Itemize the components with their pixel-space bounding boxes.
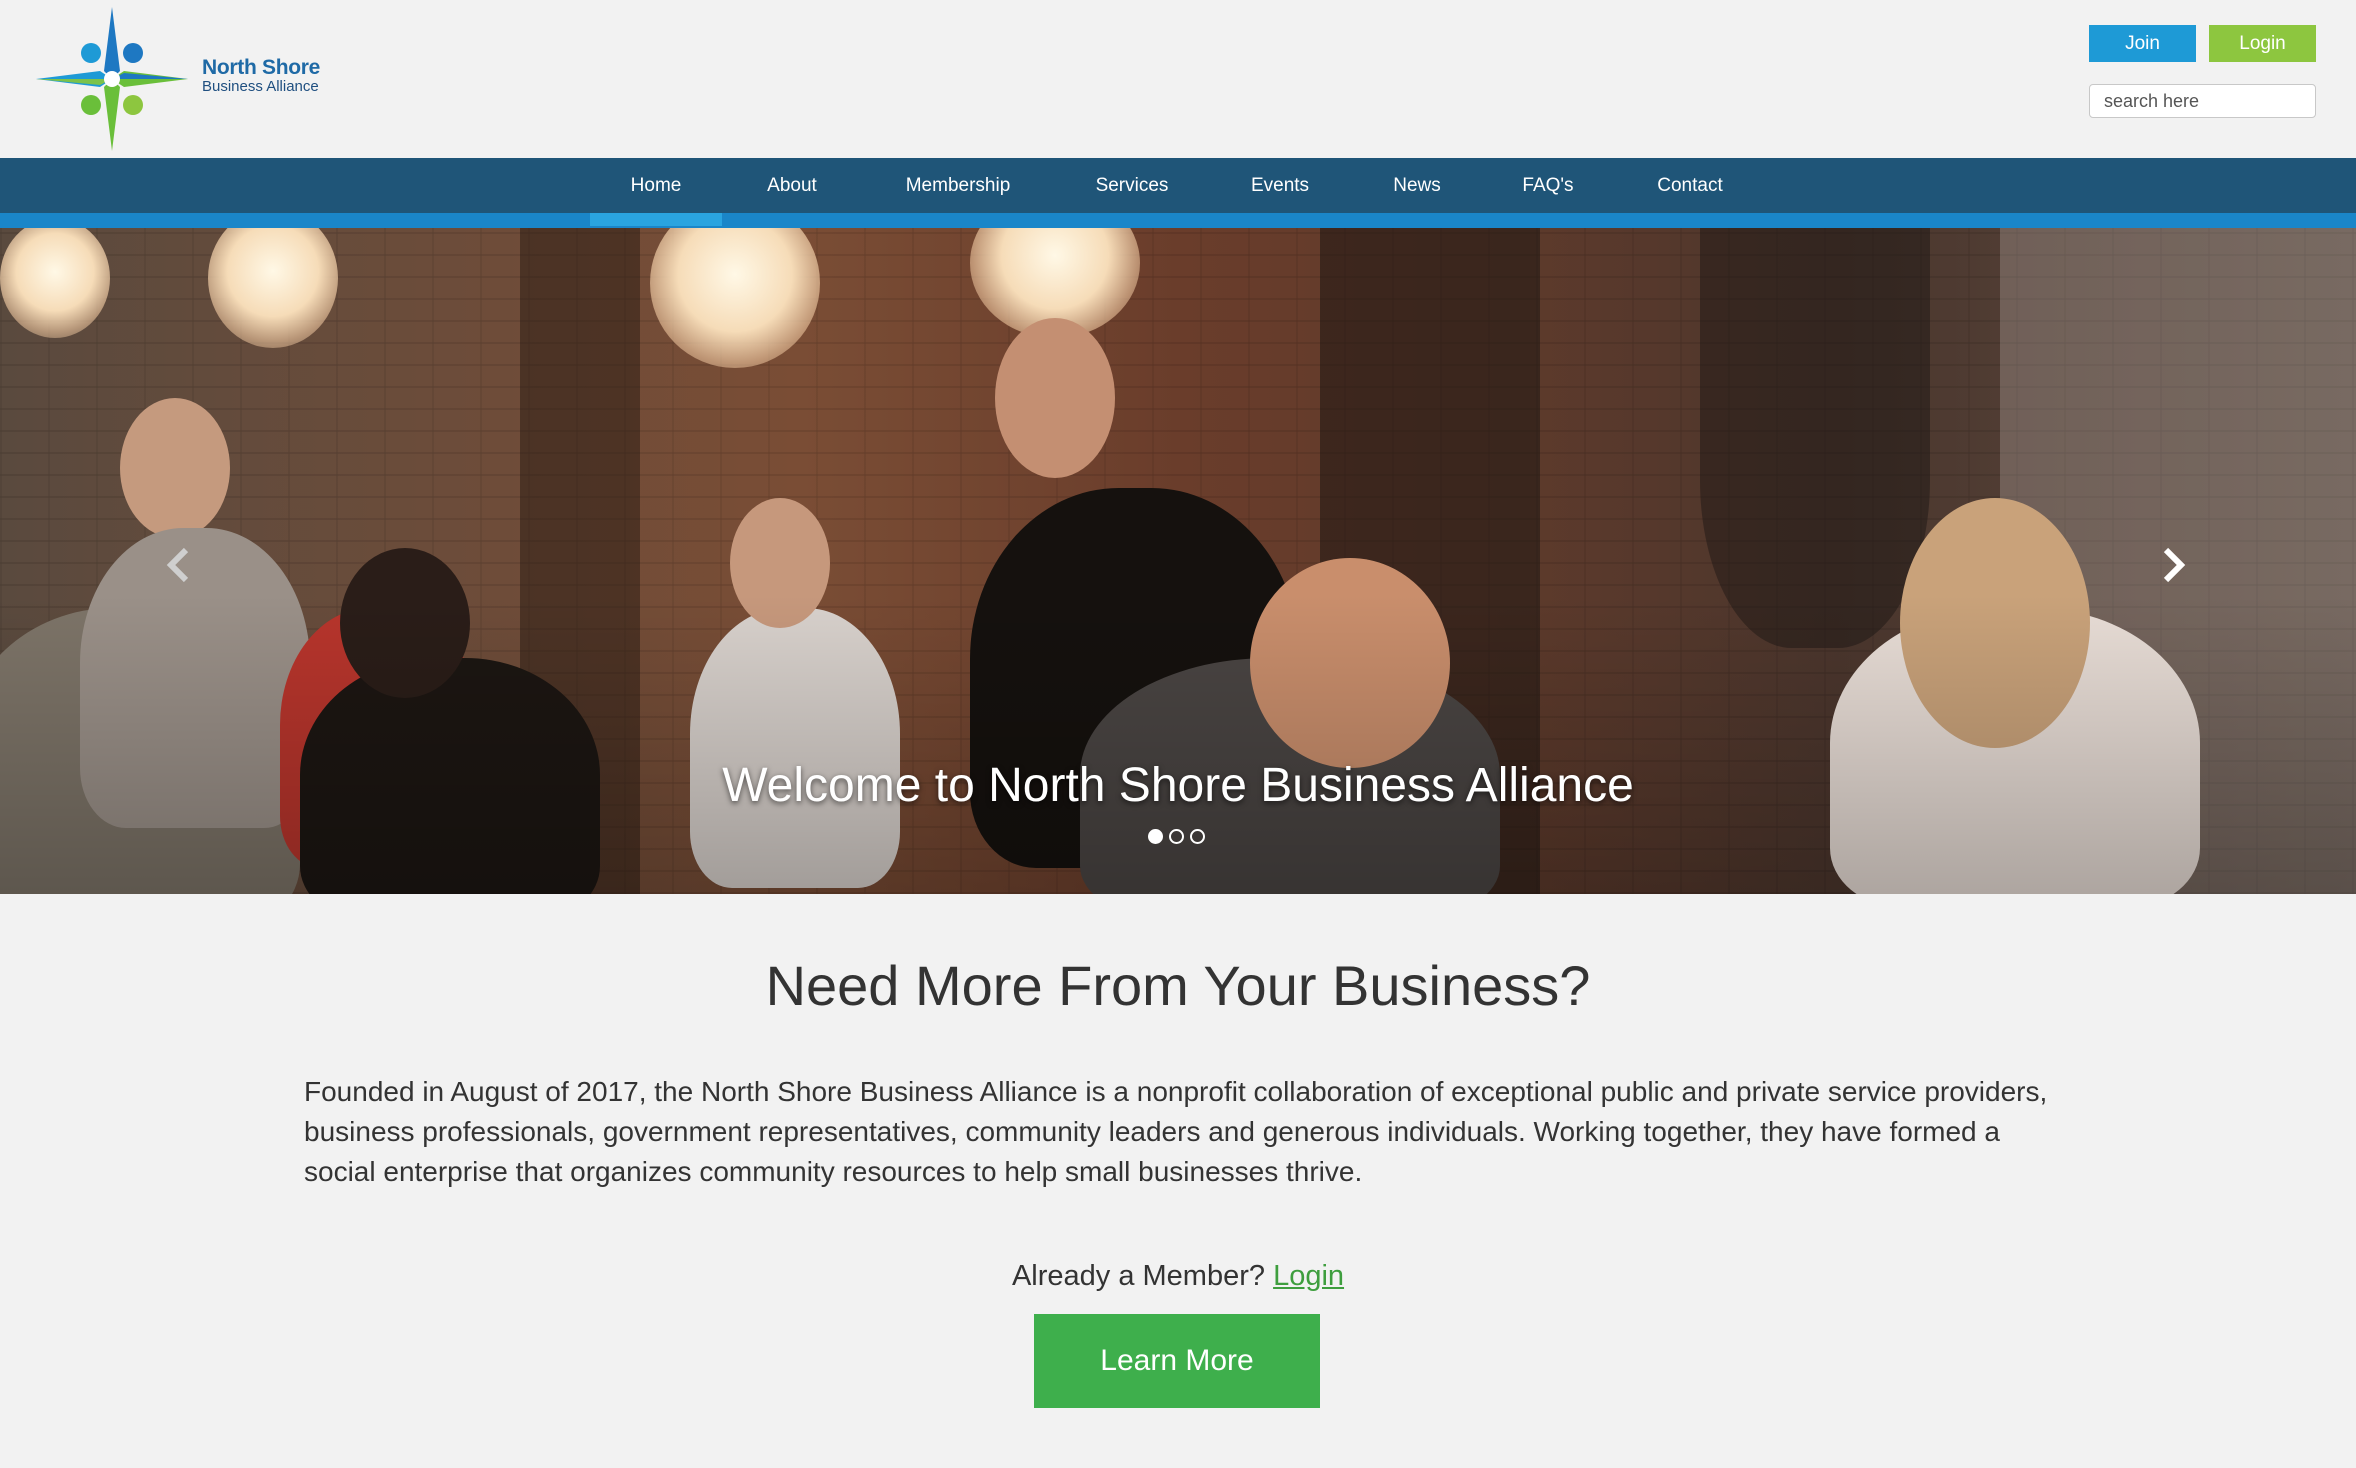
join-button[interactable]: Join	[2089, 25, 2196, 62]
nav-item-faqs[interactable]: FAQ's	[1500, 158, 1596, 213]
logo-subtitle: Business Alliance	[202, 78, 319, 95]
compass-logo-icon	[36, 7, 188, 151]
logo[interactable]: North Shore Business Alliance	[34, 5, 334, 153]
member-prompt: Already a Member? Login	[0, 1260, 2356, 1293]
member-prompt-text: Already a Member?	[1011, 1260, 1274, 1292]
intro-paragraph: Founded in August of 2017, the North Sho…	[304, 1076, 2048, 1187]
nav-item-contact[interactable]: Contact	[1636, 158, 1744, 213]
nav-item-home[interactable]: Home	[590, 158, 722, 226]
carousel-prev-button[interactable]	[158, 540, 198, 590]
site-header: North Shore Business Alliance Join Login	[0, 0, 2356, 158]
carousel-indicators	[1148, 829, 1205, 844]
nav-item-events[interactable]: Events	[1228, 158, 1332, 213]
nav-item-about[interactable]: About	[740, 158, 844, 213]
nav-accent-bar	[0, 213, 2356, 228]
member-login-link[interactable]: Login	[1273, 1260, 1344, 1292]
carousel-dot-1[interactable]	[1148, 829, 1163, 844]
nav-item-membership[interactable]: Membership	[880, 158, 1036, 213]
carousel-dot-3[interactable]	[1190, 829, 1205, 844]
hero-caption: Welcome to North Shore Business Alliance	[722, 759, 1634, 812]
page-heading: Need More From Your Business?	[765, 954, 1591, 1017]
chevron-left-icon	[166, 547, 189, 583]
learn-more-button[interactable]: Learn More	[1034, 1314, 1320, 1408]
login-button[interactable]: Login	[2209, 25, 2316, 62]
nav-item-news[interactable]: News	[1370, 158, 1464, 213]
chevron-right-icon	[2163, 547, 2186, 583]
logo-name: North Shore	[202, 56, 321, 79]
search-input[interactable]	[2089, 84, 2316, 118]
carousel-dot-2[interactable]	[1169, 829, 1184, 844]
nav-item-services[interactable]: Services	[1080, 158, 1184, 213]
carousel-next-button[interactable]	[2154, 540, 2194, 590]
hero-carousel[interactable]: Welcome to North Shore Business Alliance	[0, 228, 2356, 894]
